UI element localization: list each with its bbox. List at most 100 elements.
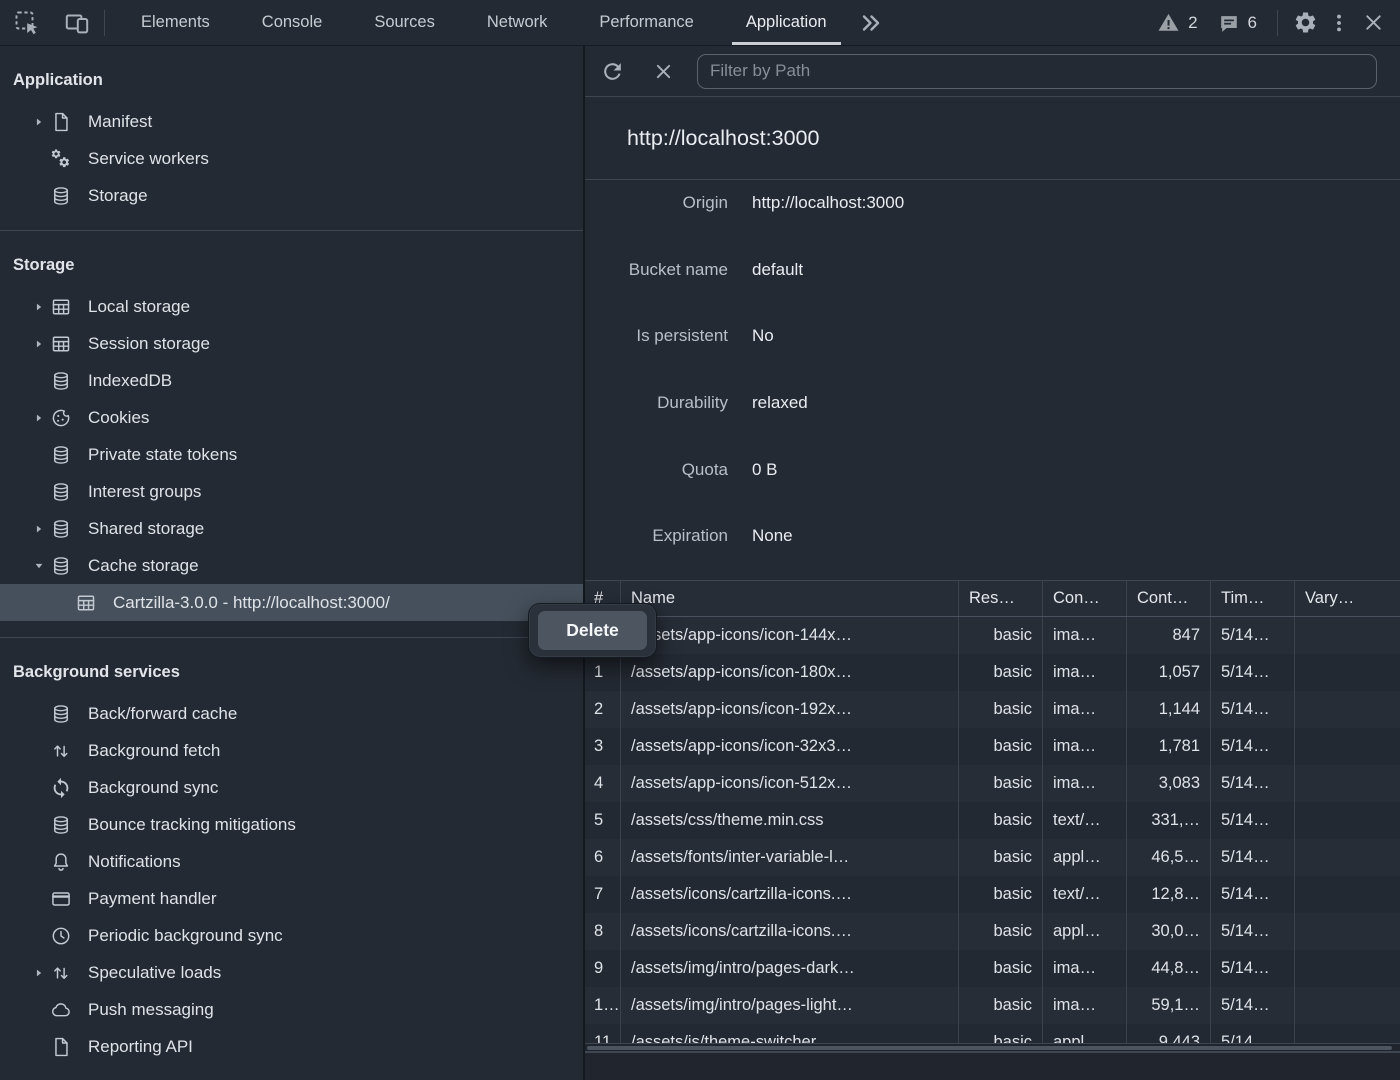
sidebar-item-service-workers[interactable]: Service workers [0,140,583,177]
column-header-3[interactable]: Con… [1042,581,1126,616]
sidebar-item-local-storage[interactable]: Local storage [0,288,583,325]
table-row[interactable]: 6/assets/fonts/inter-variable-l…basicapp… [585,839,1400,876]
warning-count: 2 [1188,13,1197,33]
tab-network[interactable]: Network [461,0,574,45]
table-row[interactable]: 3/assets/app-icons/icon-32x3…basicima…1,… [585,728,1400,765]
cell [1294,691,1400,728]
column-header-4[interactable]: Cont… [1126,581,1210,616]
sidebar-item-manifest[interactable]: Manifest [0,103,583,140]
cell: 5/14… [1210,654,1294,691]
cell: basic [958,654,1042,691]
table-row[interactable]: 11/assets/js/theme-switcher.…basicappl…9… [585,1024,1400,1043]
column-header-2[interactable]: Res… [958,581,1042,616]
sidebar-item-label: Cache storage [88,556,199,576]
table-row[interactable]: 2/assets/app-icons/icon-192x…basicima…1,… [585,691,1400,728]
table-row[interactable]: 1…/assets/img/intro/pages-light…basicima… [585,987,1400,1024]
filter-by-path-input[interactable] [697,54,1377,89]
sidebar-item-indexeddb[interactable]: IndexedDB [0,362,583,399]
tab-application[interactable]: Application [720,0,853,45]
cell [1294,765,1400,802]
cell: basic [958,617,1042,654]
table-row[interactable]: 9/assets/img/intro/pages-dark…basicima…4… [585,950,1400,987]
table-row[interactable]: 8/assets/icons/cartzilla-icons.…basicapp… [585,913,1400,950]
refresh-button[interactable] [594,53,630,89]
tab-elements[interactable]: Elements [115,0,236,45]
column-header-1[interactable]: Name [620,581,958,616]
sidebar-item-periodic-background-sync[interactable]: Periodic background sync [0,917,583,954]
sidebar-item-label: Push messaging [88,1000,214,1020]
toggle-device-toolbar-button[interactable] [60,6,94,40]
sidebar-item-notifications[interactable]: Notifications [0,843,583,880]
delete-menu-item[interactable]: Delete [538,611,647,650]
more-options-button[interactable] [1322,6,1356,40]
chevron-right-icon[interactable] [28,333,50,355]
sidebar-item-bounce-tracking-mitigations[interactable]: Bounce tracking mitigations [0,806,583,843]
section-heading-application: Application [0,66,583,94]
arrow-spacer [28,148,50,170]
table-row[interactable]: 7/assets/icons/cartzilla-icons.…basictex… [585,876,1400,913]
tab-performance[interactable]: Performance [573,0,719,45]
chevron-down-icon[interactable] [28,555,50,577]
arrow-spacer [28,999,50,1021]
chevron-right-icon[interactable] [28,296,50,318]
cell [1294,728,1400,765]
cell: text/… [1042,876,1126,913]
cache-storage-panel: http://localhost:3000 Originhttp://local… [585,46,1400,1080]
section-divider [0,230,583,231]
sidebar-item-background-sync[interactable]: Background sync [0,769,583,806]
tab-sources[interactable]: Sources [348,0,461,45]
sidebar-item-cache-storage[interactable]: Cache storage [0,547,583,584]
sidebar-item-push-messaging[interactable]: Push messaging [0,991,583,1028]
column-header-5[interactable]: Tim… [1210,581,1294,616]
clear-button[interactable] [645,53,681,89]
warnings-badge[interactable]: 2 [1147,11,1207,34]
tab-console[interactable]: Console [236,0,349,45]
chevron-right-icon[interactable] [28,518,50,540]
sidebar-item-speculative-loads[interactable]: Speculative loads [0,954,583,991]
cell: ima… [1042,617,1126,654]
cell: 12,8… [1126,876,1210,913]
table-row[interactable]: 0/assets/app-icons/icon-144x…basicima…84… [585,617,1400,654]
cell: basic [958,876,1042,913]
sidebar: ApplicationManifestService workersStorag… [0,46,583,1080]
more-tabs-button[interactable] [853,6,887,40]
sidebar-item-storage[interactable]: Storage [0,177,583,214]
sidebar-item-private-state-tokens[interactable]: Private state tokens [0,436,583,473]
bell-icon [50,851,72,873]
database-icon [50,814,72,836]
horizontal-scrollbar[interactable] [585,1043,1400,1052]
sidebar-item-shared-storage[interactable]: Shared storage [0,510,583,547]
cache-filter-toolbar [585,46,1400,97]
chevron-right-icon[interactable] [28,407,50,429]
table-row[interactable]: 4/assets/app-icons/icon-512x…basicima…3,… [585,765,1400,802]
sidebar-item-cookies[interactable]: Cookies [0,399,583,436]
cell: /assets/img/intro/pages-dark… [620,950,958,987]
meta-label: Is persistent [585,325,728,347]
cell: 1… [585,987,620,1024]
close-devtools-button[interactable] [1356,6,1390,40]
sidebar-item-session-storage[interactable]: Session storage [0,325,583,362]
cell: 847 [1126,617,1210,654]
sidebar-item-label: Background sync [88,778,218,798]
sidebar-item-interest-groups[interactable]: Interest groups [0,473,583,510]
sidebar-item-back-forward-cache[interactable]: Back/forward cache [0,695,583,732]
bucket-meta: Originhttp://localhost:3000Bucket namede… [585,180,1400,592]
inspect-element-button[interactable] [10,6,44,40]
messages-badge[interactable]: 6 [1208,12,1267,34]
cell: 1,144 [1126,691,1210,728]
scrollbar-thumb[interactable] [587,1046,1392,1050]
column-header-6[interactable]: Vary… [1294,581,1400,616]
cell [1294,839,1400,876]
cell: /assets/fonts/inter-variable-l… [620,839,958,876]
cell: /assets/app-icons/icon-192x… [620,691,958,728]
sidebar-item-cartzilla-3-0-0-http-localhost-3000[interactable]: Cartzilla-3.0.0 - http://localhost:3000/ [0,584,583,621]
sidebar-item-payment-handler[interactable]: Payment handler [0,880,583,917]
table-row[interactable]: 5/assets/css/theme.min.cssbasictext/…331… [585,802,1400,839]
sidebar-item-background-fetch[interactable]: Background fetch [0,732,583,769]
settings-button[interactable] [1288,6,1322,40]
section-heading-storage: Storage [0,251,583,279]
sidebar-item-reporting-api[interactable]: Reporting API [0,1028,583,1065]
table-row[interactable]: 1/assets/app-icons/icon-180x…basicima…1,… [585,654,1400,691]
chevron-right-icon[interactable] [28,962,50,984]
chevron-right-icon[interactable] [28,111,50,133]
